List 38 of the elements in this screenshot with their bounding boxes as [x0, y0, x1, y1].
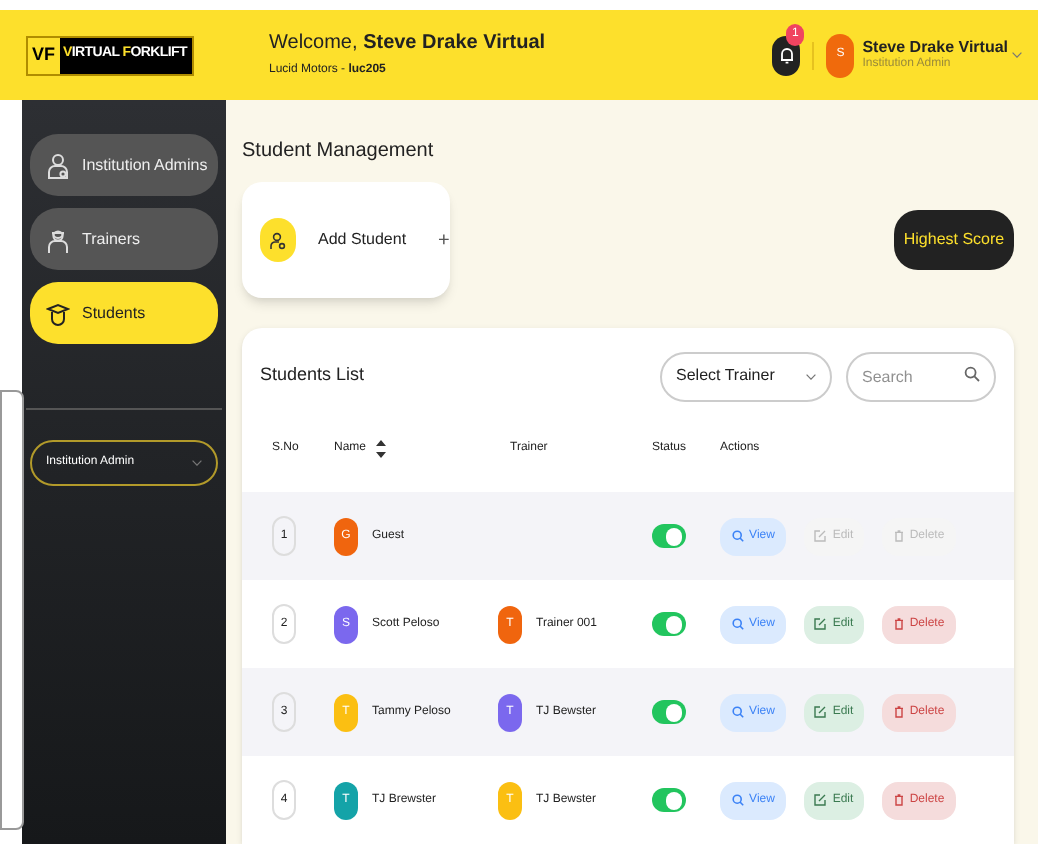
search-field[interactable]: Search	[846, 352, 996, 402]
trash-icon	[893, 618, 904, 630]
user-name: Steve Drake Virtual	[862, 37, 1008, 57]
sort-icon[interactable]	[376, 439, 387, 457]
edit-icon	[814, 530, 827, 542]
trash-icon	[893, 530, 904, 542]
search-icon	[731, 794, 744, 806]
trainer-select[interactable]: Select Trainer	[660, 351, 832, 401]
status-toggle[interactable]	[652, 524, 686, 548]
chevron-icon	[1012, 52, 1022, 58]
status-toggle[interactable]	[652, 612, 686, 636]
search-icon	[964, 366, 980, 382]
trash-icon	[893, 794, 904, 806]
page-title: Student Management	[242, 138, 436, 166]
status-toggle[interactable]	[652, 788, 686, 812]
bell-icon	[779, 46, 794, 64]
edit-icon	[814, 618, 827, 630]
status-toggle[interactable]	[652, 700, 686, 724]
edit-icon	[814, 794, 827, 806]
add-user-icon	[260, 218, 296, 262]
sidebar-item[interactable]: Trainers	[30, 208, 218, 270]
search-icon	[731, 706, 744, 718]
person-icon	[46, 225, 70, 253]
sidebar-item[interactable]: Students	[30, 282, 218, 344]
notification-button[interactable]	[772, 35, 801, 75]
graduate-icon	[46, 301, 70, 325]
edit-icon	[814, 706, 827, 718]
sidebar-item[interactable]: Institution Admins	[30, 134, 218, 196]
welcome-text: Welcome, Steve Drake Virtual	[269, 32, 546, 57]
person-icon	[46, 151, 70, 179]
search-icon	[731, 618, 744, 630]
trash-icon	[893, 706, 904, 718]
chevron-icon	[192, 460, 202, 466]
add-student-card[interactable]: Add Student +	[242, 182, 450, 298]
chevron-icon	[806, 373, 816, 379]
card-title: Students List	[260, 362, 365, 389]
search-icon	[731, 530, 744, 542]
highest-score-button[interactable]: Highest Score	[894, 210, 1014, 270]
